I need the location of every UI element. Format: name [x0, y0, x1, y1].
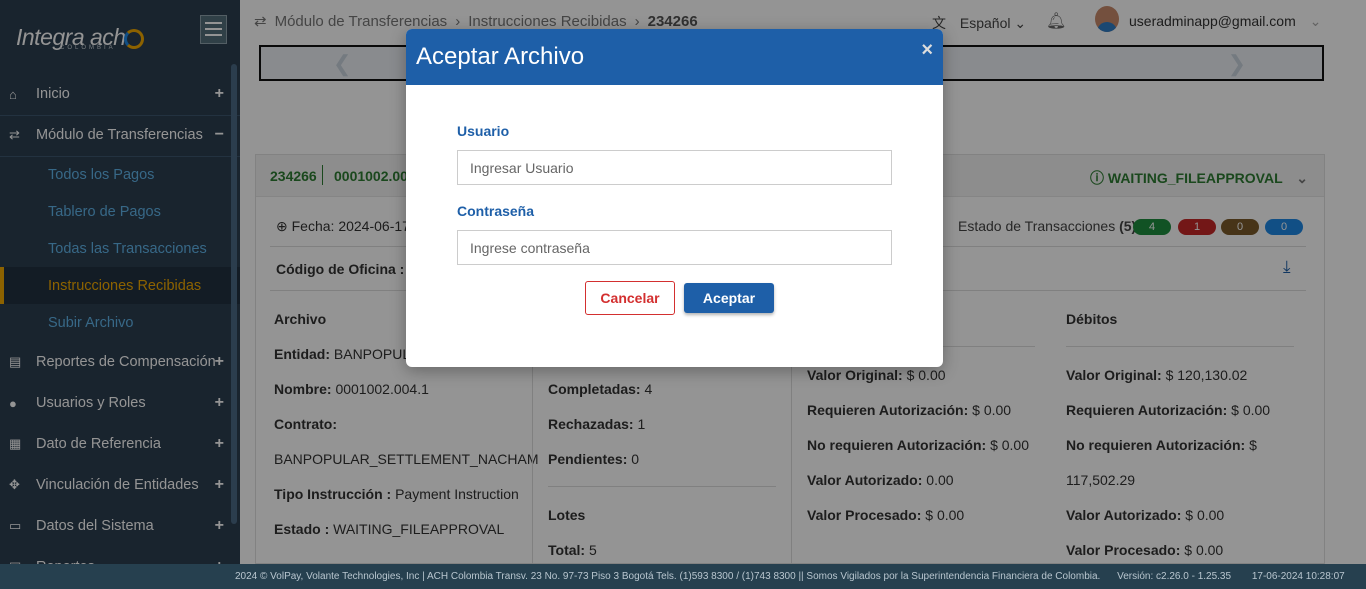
usuario-label: Usuario	[457, 123, 510, 139]
modal-header: Aceptar Archivo ×	[406, 29, 943, 85]
accept-button[interactable]: Aceptar	[684, 283, 774, 313]
footer-version: Versión: c2.26.0 - 1.25.35	[1117, 571, 1232, 582]
password-input[interactable]	[457, 230, 892, 265]
modal-title: Aceptar Archivo	[416, 43, 585, 70]
close-icon[interactable]: ×	[921, 39, 933, 62]
cancel-button[interactable]: Cancelar	[585, 281, 675, 315]
footer-datetime: 17-06-2024 10:28:07	[1251, 571, 1345, 582]
password-label: Contraseña	[457, 203, 535, 219]
footer: 2024 © VolPay, Volante Technologies, Inc…	[0, 564, 1366, 589]
usuario-input[interactable]	[457, 150, 892, 185]
footer-text: 2024 © VolPay, Volante Technologies, Inc…	[235, 571, 1101, 582]
accept-file-modal: Aceptar Archivo × Usuario Contraseña Can…	[406, 29, 943, 367]
